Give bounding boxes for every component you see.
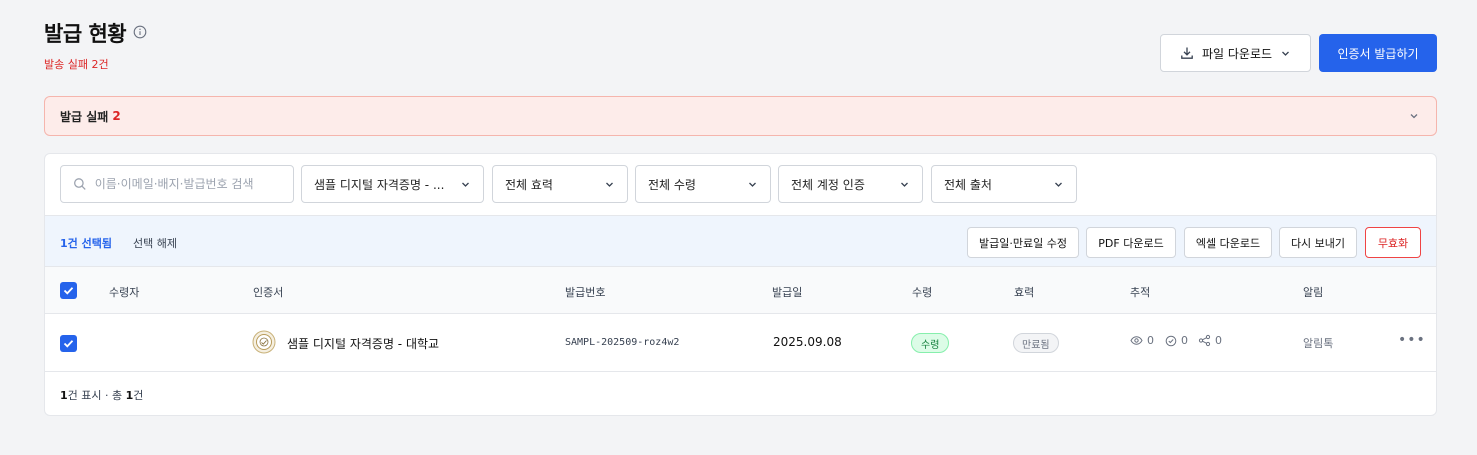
check-icon — [63, 287, 74, 295]
chevron-down-icon — [1055, 182, 1062, 187]
resend-button[interactable]: 다시 보내기 — [1279, 227, 1357, 258]
total-suffix: 건 — [133, 389, 144, 402]
views-counter: 0 — [1130, 334, 1154, 347]
shown-suffix: 건 표시 · 총 — [67, 389, 126, 402]
shares-count: 0 — [1215, 334, 1222, 347]
validity-filter[interactable]: 전체 효력 — [492, 165, 628, 203]
chevron-down-icon — [606, 182, 613, 187]
download-icon — [1181, 47, 1193, 59]
views-count: 0 — [1147, 334, 1154, 347]
selection-bar: 1건 선택됨 선택 해제 발급일·만료일 수정 PDF 다운로드 엑셀 다운로드… — [45, 215, 1436, 267]
table-row[interactable]: 샘플 디지털 자격증명 - 대학교 SAMPL-202509-roz4w2 20… — [45, 314, 1436, 372]
info-icon[interactable] — [133, 25, 147, 39]
source-filter[interactable]: 전체 출처 — [931, 165, 1077, 203]
issue-certificate-button[interactable]: 인증서 발급하기 — [1319, 34, 1437, 72]
column-receipt[interactable]: 수령 — [912, 284, 932, 300]
eye-icon — [1130, 336, 1143, 345]
certificate-filter-label: 샘플 디지털 자격증명 - ... — [314, 177, 445, 192]
chevron-down-icon — [1282, 51, 1289, 56]
failure-subtitle: 발송 실패 2건 — [44, 58, 109, 71]
search-input[interactable] — [94, 177, 281, 191]
check-icon — [63, 340, 74, 348]
shares-counter: 0 — [1198, 334, 1222, 347]
search-box[interactable] — [60, 165, 294, 203]
column-issue-number[interactable]: 발급번호 — [565, 284, 605, 300]
certificate-filter[interactable]: 샘플 디지털 자격증명 - ... — [301, 165, 484, 203]
notification-channel: 알림톡 — [1303, 337, 1334, 350]
row-checkbox[interactable] — [60, 335, 77, 352]
certificate-name[interactable]: 샘플 디지털 자격증명 - 대학교 — [287, 335, 439, 352]
chevron-down-icon[interactable] — [1408, 110, 1420, 122]
column-notification[interactable]: 알림 — [1303, 284, 1323, 300]
chevron-down-icon — [462, 182, 469, 187]
certificate-seal-icon — [252, 330, 276, 354]
issue-number: SAMPL-202509-roz4w2 — [565, 337, 680, 348]
account-verification-filter-label: 전체 계정 인증 — [791, 177, 865, 192]
edit-dates-button[interactable]: 발급일·만료일 수정 — [967, 227, 1079, 258]
search-icon — [74, 178, 86, 190]
file-download-label: 파일 다운로드 — [1201, 46, 1273, 61]
file-download-button[interactable]: 파일 다운로드 — [1160, 34, 1311, 72]
validity-badge: 만료됨 — [1013, 333, 1059, 353]
selected-count: 1건 선택됨 — [60, 237, 112, 250]
failure-alert[interactable]: 발급 실패 2 — [44, 96, 1437, 136]
verifications-count: 0 — [1181, 334, 1188, 347]
table-footer: 1건 표시 · 총 1건 — [60, 387, 143, 403]
select-all-checkbox[interactable] — [60, 282, 77, 299]
column-recipient[interactable]: 수령자 — [109, 284, 139, 300]
source-filter-label: 전체 출처 — [944, 177, 992, 192]
shown-count: 1 — [60, 389, 68, 402]
issue-date: 2025.09.08 — [773, 335, 842, 349]
alert-count: 2 — [112, 109, 121, 123]
receipt-badge: 수령 — [911, 333, 950, 353]
pdf-download-button[interactable]: PDF 다운로드 — [1086, 227, 1176, 258]
alert-label: 발급 실패 — [60, 109, 109, 124]
column-tracking[interactable]: 추적 — [1130, 284, 1150, 300]
column-issue-date[interactable]: 발급일 — [772, 284, 802, 300]
issuance-card: 샘플 디지털 자격증명 - ... 전체 효력 전체 수령 전체 계정 인증 전… — [44, 153, 1437, 416]
validity-filter-label: 전체 효력 — [505, 177, 553, 192]
account-verification-filter[interactable]: 전체 계정 인증 — [778, 165, 923, 203]
column-validity[interactable]: 효력 — [1014, 284, 1034, 300]
column-certificate[interactable]: 인증서 — [253, 284, 283, 300]
revoke-button[interactable]: 무효화 — [1365, 227, 1421, 258]
share-icon — [1198, 334, 1211, 347]
chevron-down-icon — [901, 182, 908, 187]
table-header: 수령자 인증서 발급번호 발급일 수령 효력 추적 알림 — [45, 267, 1436, 314]
check-circle-icon — [1165, 335, 1177, 346]
more-options-icon[interactable]: ••• — [1398, 332, 1426, 348]
clear-selection-button[interactable]: 선택 해제 — [133, 235, 177, 251]
receipt-filter[interactable]: 전체 수령 — [635, 165, 771, 203]
excel-download-button[interactable]: 엑셀 다운로드 — [1184, 227, 1272, 258]
verifications-counter: 0 — [1165, 334, 1188, 347]
page-title: 발급 현황 — [44, 22, 127, 46]
chevron-down-icon — [749, 182, 756, 187]
receipt-filter-label: 전체 수령 — [648, 177, 696, 192]
